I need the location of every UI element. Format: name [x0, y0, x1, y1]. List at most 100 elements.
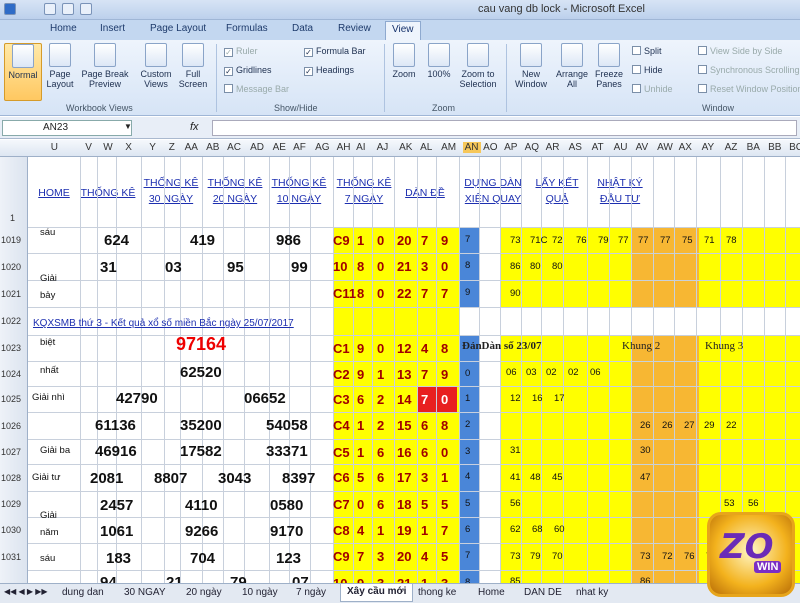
- column-header[interactable]: Z: [169, 142, 175, 153]
- row-header[interactable]: 1026: [1, 421, 21, 431]
- column-header[interactable]: AN: [462, 142, 481, 153]
- fx-icon[interactable]: fx: [190, 121, 199, 133]
- row-header[interactable]: 1020: [1, 262, 21, 272]
- column-header[interactable]: AE: [273, 142, 286, 153]
- column-header[interactable]: AC: [227, 142, 241, 153]
- column-header[interactable]: U: [51, 142, 58, 153]
- row-header[interactable]: 1023: [1, 343, 21, 353]
- new-window-button[interactable]: New Window: [510, 43, 552, 89]
- row-header[interactable]: 1021: [1, 289, 21, 299]
- column-header[interactable]: AZ: [725, 142, 738, 153]
- column-header[interactable]: AM: [441, 142, 456, 153]
- freeze-panes-button[interactable]: Freeze Panes: [592, 43, 626, 89]
- tab-insert[interactable]: Insert: [100, 23, 125, 34]
- name-box[interactable]: AN23: [2, 120, 132, 136]
- redo-icon[interactable]: [80, 3, 92, 15]
- column-header[interactable]: AL: [420, 142, 432, 153]
- column-header[interactable]: AG: [315, 142, 329, 153]
- formula-bar-checkbox[interactable]: ✓ Formula Bar: [304, 46, 366, 57]
- full-screen-button[interactable]: Full Screen: [176, 43, 210, 89]
- column-header[interactable]: AX: [679, 142, 692, 153]
- formula-input[interactable]: [212, 120, 797, 136]
- tab-review[interactable]: Review: [338, 23, 371, 34]
- sheet-tab[interactable]: Xây cầu mới: [340, 584, 414, 602]
- sheet-tab[interactable]: thong ke: [418, 587, 456, 598]
- column-header[interactable]: AH: [337, 142, 351, 153]
- page-break-preview-button[interactable]: Page Break Preview: [78, 43, 132, 89]
- column-header[interactable]: AV: [636, 142, 649, 153]
- column-header[interactable]: BA: [747, 142, 760, 153]
- zoom-100-button[interactable]: 100%: [424, 43, 454, 79]
- column-header[interactable]: AQ: [525, 142, 539, 153]
- sheet-tab[interactable]: 20 ngày: [186, 587, 222, 598]
- undo-icon[interactable]: [62, 3, 74, 15]
- tab-view[interactable]: View: [385, 21, 421, 40]
- column-header[interactable]: AY: [702, 142, 715, 153]
- custom-views-button[interactable]: Custom Views: [136, 43, 176, 89]
- hide-button[interactable]: Hide: [632, 65, 663, 75]
- save-icon[interactable]: [44, 3, 56, 15]
- split-button[interactable]: Split: [632, 46, 662, 56]
- column-header[interactable]: V: [85, 142, 92, 153]
- column-header[interactable]: AK: [399, 142, 412, 153]
- column-header[interactable]: AS: [569, 142, 582, 153]
- arrange-all-button[interactable]: Arrange All: [552, 43, 592, 89]
- sheet-tab[interactable]: 30 NGAY: [124, 587, 166, 598]
- kqxs-title-link[interactable]: KQXSMB thứ 3 - Kết quả xổ số miền Bắc ng…: [33, 316, 294, 332]
- column-header[interactable]: AD: [250, 142, 264, 153]
- chevron-down-icon[interactable]: ▼: [124, 122, 132, 131]
- gridlines-checkbox[interactable]: ✓ Gridlines: [224, 65, 272, 76]
- ruler-checkbox[interactable]: ✓ Ruler: [224, 46, 258, 57]
- column-header[interactable]: AW: [657, 142, 673, 153]
- column-header[interactable]: AO: [483, 142, 497, 153]
- column-header[interactable]: BB: [768, 142, 781, 153]
- column-header[interactable]: AP: [504, 142, 517, 153]
- tab-page-layout[interactable]: Page Layout: [150, 23, 206, 34]
- dan-de-cell: 21: [397, 259, 412, 274]
- column-header[interactable]: AA: [185, 142, 198, 153]
- row-header[interactable]: 1019: [1, 235, 21, 245]
- sheet-tab[interactable]: Home: [478, 587, 505, 598]
- column-header[interactable]: AI: [356, 142, 365, 153]
- row-header[interactable]: 1027: [1, 447, 21, 457]
- dan-de-cell: 8: [357, 259, 365, 274]
- column-header[interactable]: BC: [789, 142, 800, 153]
- column-header[interactable]: AU: [614, 142, 628, 153]
- sheet-tab[interactable]: nhat ky: [576, 587, 608, 598]
- row-header[interactable]: 1028: [1, 473, 21, 483]
- reset-window-position-button[interactable]: Reset Window Position: [698, 84, 800, 94]
- first-sheet-icon[interactable]: ◀◀ ◀ ▶ ▶▶: [4, 587, 48, 596]
- sheet-tab[interactable]: 10 ngày: [242, 587, 278, 598]
- column-header[interactable]: W: [103, 142, 112, 153]
- sheet-tab[interactable]: 7 ngày: [296, 587, 326, 598]
- column-header[interactable]: X: [125, 142, 132, 153]
- row-header[interactable]: 1031: [1, 552, 21, 562]
- row-header[interactable]: 1029: [1, 499, 21, 509]
- tab-formulas[interactable]: Formulas: [226, 23, 268, 34]
- row-header[interactable]: 1030: [1, 525, 21, 535]
- column-header[interactable]: AT: [592, 142, 604, 153]
- row-header[interactable]: 1024: [1, 369, 21, 379]
- tab-data[interactable]: Data: [292, 23, 313, 34]
- tab-home[interactable]: Home: [50, 23, 77, 34]
- page-layout-view-button[interactable]: Page Layout: [44, 43, 76, 89]
- unhide-button[interactable]: Unhide: [632, 84, 673, 94]
- office-logo-icon[interactable]: [4, 3, 16, 15]
- view-side-by-side-button[interactable]: View Side by Side: [698, 46, 782, 56]
- zoom-to-selection-button[interactable]: Zoom to Selection: [456, 43, 500, 89]
- column-header[interactable]: AJ: [377, 142, 389, 153]
- message-bar-checkbox[interactable]: Message Bar: [224, 84, 289, 94]
- sheet-tab[interactable]: dung dan: [62, 587, 104, 598]
- row-header[interactable]: 1022: [1, 316, 21, 326]
- column-header[interactable]: AR: [546, 142, 560, 153]
- column-header[interactable]: Y: [149, 142, 156, 153]
- zoom-button[interactable]: Zoom: [388, 43, 420, 79]
- synchronous-scrolling-button[interactable]: Synchronous Scrolling: [698, 65, 800, 75]
- column-header[interactable]: AF: [293, 142, 306, 153]
- row-header[interactable]: 1: [10, 213, 15, 223]
- headings-checkbox[interactable]: ✓ Headings: [304, 65, 354, 76]
- column-header[interactable]: AB: [206, 142, 219, 153]
- normal-view-button[interactable]: Normal: [4, 43, 42, 101]
- sheet-tab[interactable]: DAN DE: [524, 587, 562, 598]
- row-header[interactable]: 1025: [1, 394, 21, 404]
